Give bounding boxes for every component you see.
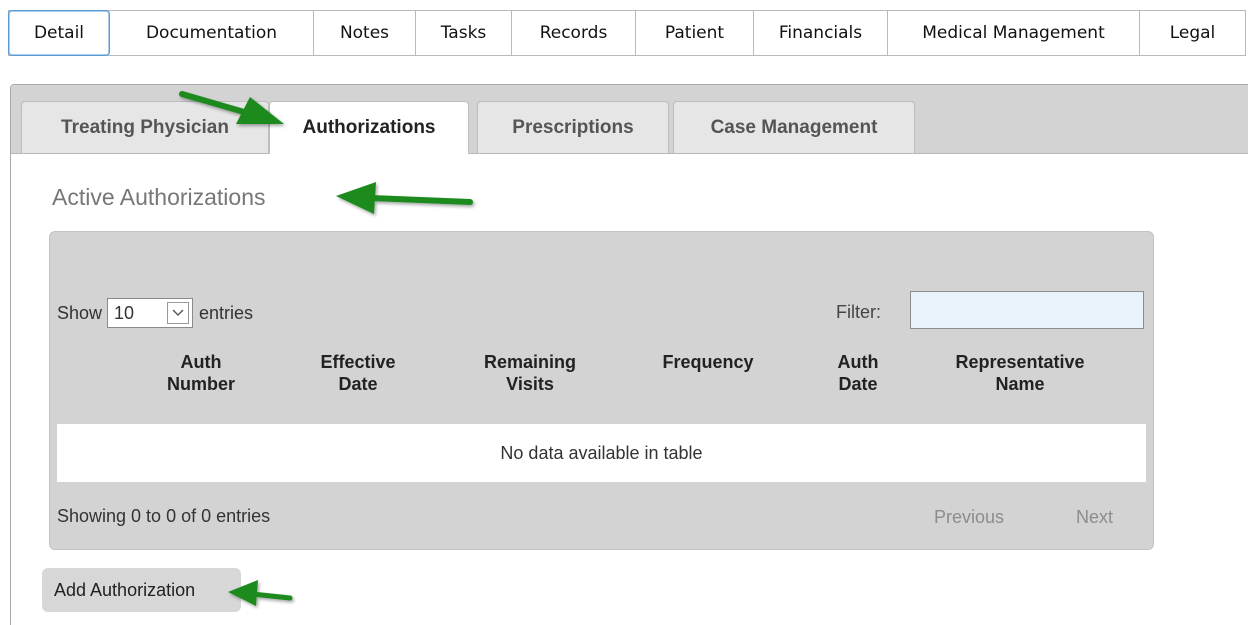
entries-label: entries — [199, 302, 254, 323]
empty-table-row: No data available in table — [57, 424, 1146, 482]
column-header-representative-name[interactable]: Representative Name — [930, 351, 1110, 395]
tab-financials[interactable]: Financials — [754, 11, 888, 55]
show-label: Show — [57, 302, 103, 323]
tab-tasks[interactable]: Tasks — [416, 11, 512, 55]
column-header-frequency[interactable]: Frequency — [640, 351, 776, 373]
tab-records[interactable]: Records — [512, 11, 636, 55]
column-header-auth-number[interactable]: Auth Number — [146, 351, 256, 395]
filter-label: Filter: — [836, 302, 881, 322]
subtab-bar: Treating Physician Authorizations Prescr… — [11, 85, 1248, 154]
tab-notes[interactable]: Notes — [314, 11, 416, 55]
authorizations-table: Show 10 entries Filter: Auth Number Effe… — [49, 231, 1154, 550]
subtab-authorizations[interactable]: Authorizations — [269, 101, 469, 154]
subtab-treating-physician[interactable]: Treating Physician — [21, 101, 269, 153]
tab-patient[interactable]: Patient — [636, 11, 754, 55]
column-header-effective-date[interactable]: Effective Date — [286, 351, 430, 395]
filter-input[interactable] — [910, 291, 1144, 329]
page-size-select[interactable]: 10 — [107, 298, 194, 328]
tab-medical-management[interactable]: Medical Management — [888, 11, 1140, 55]
chevron-down-icon — [167, 302, 190, 324]
previous-page-button[interactable]: Previous — [934, 507, 1004, 528]
add-authorization-button[interactable]: Add Authorization — [42, 568, 241, 612]
column-header-remaining-visits[interactable]: Remaining Visits — [460, 351, 600, 395]
page-length-control: Show 10 entries — [57, 298, 253, 328]
tab-documentation[interactable]: Documentation — [110, 11, 314, 55]
subtab-case-management[interactable]: Case Management — [673, 101, 915, 153]
main-tab-bar: Detail Documentation Notes Tasks Records… — [8, 10, 1246, 56]
column-header-auth-date[interactable]: Auth Date — [820, 351, 896, 395]
section-title: Active Authorizations — [52, 184, 266, 210]
next-page-button[interactable]: Next — [1076, 507, 1113, 528]
tab-detail[interactable]: Detail — [8, 10, 110, 56]
tab-legal[interactable]: Legal — [1140, 11, 1246, 55]
subtab-prescriptions[interactable]: Prescriptions — [477, 101, 669, 153]
table-info: Showing 0 to 0 of 0 entries — [57, 506, 271, 526]
page-size-value: 10 — [114, 302, 135, 323]
